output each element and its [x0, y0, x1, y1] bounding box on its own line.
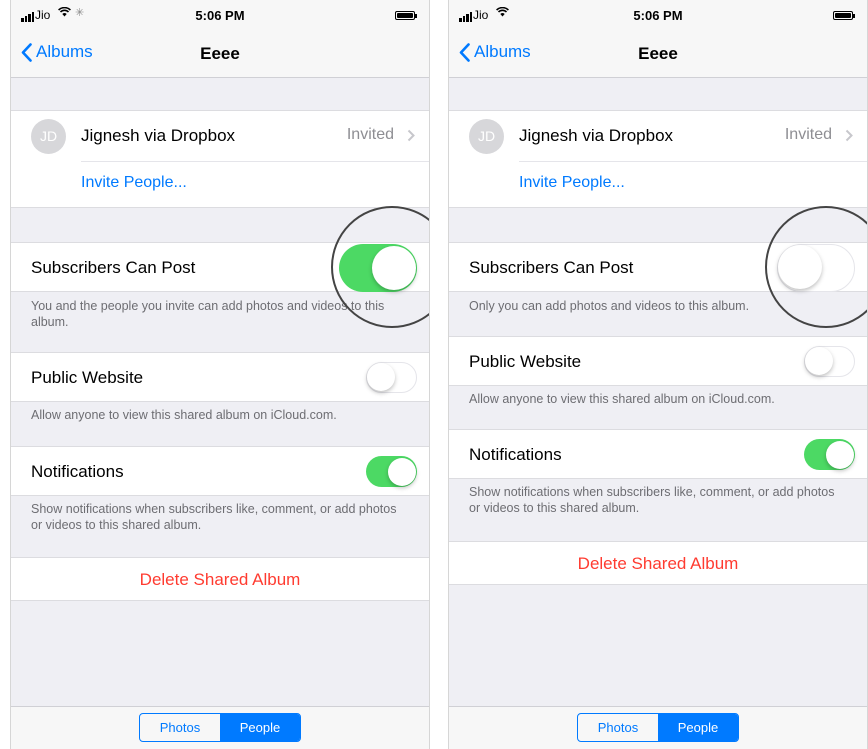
separator — [519, 161, 867, 162]
notifications-note: Show notifications when subscribers like… — [469, 485, 835, 515]
notifications-toggle[interactable] — [804, 439, 855, 470]
segment-people[interactable]: People — [220, 714, 300, 741]
public-website-toggle[interactable] — [366, 362, 417, 393]
invite-people-button[interactable]: Invite People... — [519, 174, 625, 192]
toggle-knob — [387, 457, 416, 486]
subscribers-note: Only you can add photos and videos to th… — [469, 299, 750, 313]
public-website-cell: Public Website — [449, 336, 867, 386]
people-group: JD Jignesh via Dropbox Invited Invite Pe… — [11, 110, 429, 208]
person-status: Invited — [346, 126, 394, 143]
subscribers-can-post-cell: Subscribers Can Post — [11, 242, 429, 292]
segment-photos[interactable]: Photos — [140, 714, 220, 741]
toggle-knob — [778, 245, 822, 289]
toggle-knob — [367, 363, 395, 391]
view-segmented-control: Photos People — [139, 713, 301, 742]
subscribers-can-post-cell: Subscribers Can Post — [449, 242, 867, 292]
right-screen: Jio 5:06 PM Albums Eeee JD Jignesh via D… — [448, 0, 868, 749]
left-screen: Jio ✳ 5:06 PM Albums Eeee JD Jignesh via… — [10, 0, 430, 749]
person-row[interactable]: JD Jignesh via Dropbox Invited — [449, 111, 867, 161]
public-website-label: Public Website — [31, 368, 144, 387]
subscribers-note: You and the people you invite can add ph… — [31, 299, 385, 329]
person-name: Jignesh via Dropbox — [519, 126, 674, 145]
subscribers-can-post-label: Subscribers Can Post — [469, 258, 634, 277]
notifications-cell: Notifications — [11, 446, 429, 496]
notifications-cell: Notifications — [449, 429, 867, 479]
separator — [81, 161, 429, 162]
segment-people[interactable]: People — [658, 714, 738, 741]
avatar: JD — [469, 119, 504, 154]
status-bar: Jio ✳ 5:06 PM — [11, 0, 429, 30]
bottom-bar: Photos People — [449, 706, 867, 749]
toggle-knob — [825, 440, 854, 469]
navigation-bar: Albums Eeee — [449, 30, 867, 78]
bottom-bar: Photos People — [11, 706, 429, 749]
notifications-label: Notifications — [31, 462, 124, 481]
view-segmented-control: Photos People — [577, 713, 739, 742]
subscribers-can-post-toggle[interactable] — [339, 244, 417, 292]
person-row[interactable]: JD Jignesh via Dropbox Invited — [11, 111, 429, 161]
public-website-note: Allow anyone to view this shared album o… — [469, 392, 775, 406]
invite-people-button[interactable]: Invite People... — [81, 174, 187, 192]
delete-shared-album-button[interactable]: Delete Shared Album — [449, 541, 867, 585]
public-website-cell: Public Website — [11, 352, 429, 402]
notifications-toggle[interactable] — [366, 456, 417, 487]
notifications-label: Notifications — [469, 445, 562, 464]
chevron-right-icon — [407, 129, 415, 142]
public-website-toggle[interactable] — [804, 346, 855, 377]
public-website-label: Public Website — [469, 352, 582, 371]
segment-photos[interactable]: Photos — [578, 714, 658, 741]
people-group: JD Jignesh via Dropbox Invited Invite Pe… — [449, 110, 867, 208]
public-website-note: Allow anyone to view this shared album o… — [31, 408, 337, 422]
toggle-knob — [371, 245, 416, 290]
chevron-right-icon — [845, 129, 853, 142]
page-title: Eeee — [638, 44, 678, 63]
battery-icon — [833, 11, 855, 20]
toggle-knob — [805, 347, 833, 375]
battery-icon — [395, 11, 417, 20]
navigation-bar: Albums Eeee — [11, 30, 429, 78]
status-time: 5:06 PM — [195, 8, 245, 23]
notifications-note: Show notifications when subscribers like… — [31, 502, 397, 532]
subscribers-can-post-toggle[interactable] — [777, 244, 855, 292]
delete-shared-album-button[interactable]: Delete Shared Album — [11, 557, 429, 601]
person-status: Invited — [784, 126, 832, 143]
subscribers-can-post-label: Subscribers Can Post — [31, 258, 196, 277]
person-name: Jignesh via Dropbox — [81, 126, 236, 145]
avatar: JD — [31, 119, 66, 154]
status-bar: Jio 5:06 PM — [449, 0, 867, 30]
page-title: Eeee — [200, 44, 240, 63]
status-time: 5:06 PM — [633, 8, 683, 23]
